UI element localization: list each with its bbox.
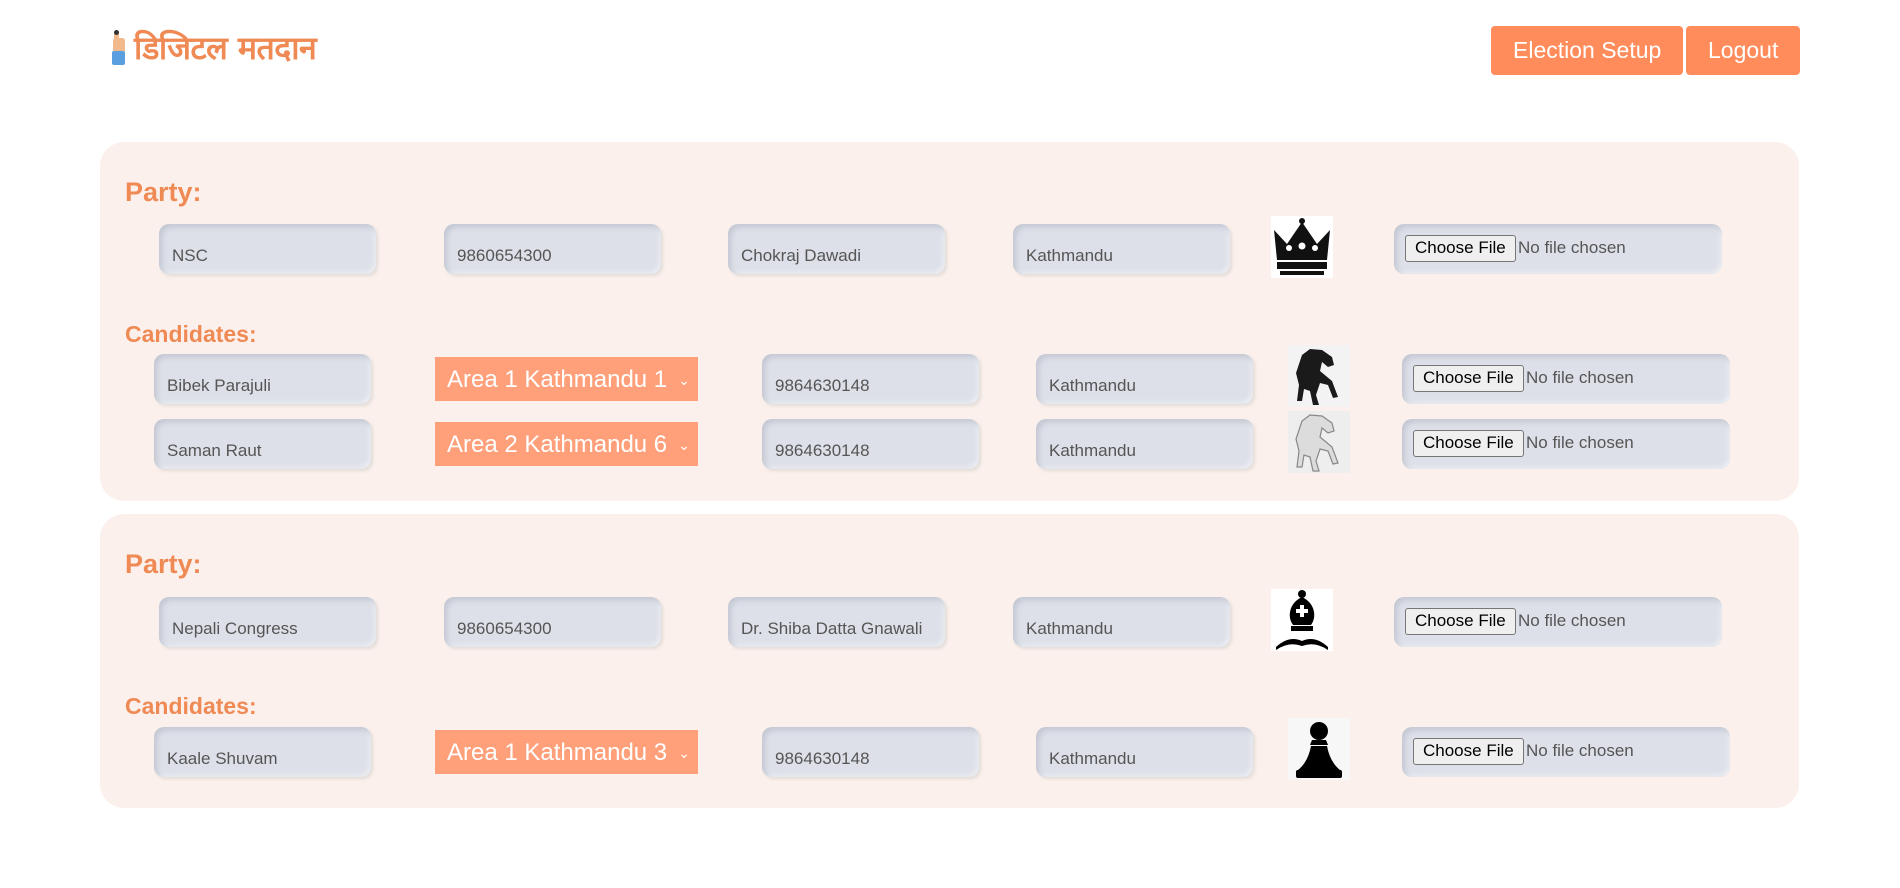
- file-status: No file chosen: [1518, 238, 1626, 257]
- candidate-name-field[interactable]: Kaale Shuvam: [154, 727, 371, 777]
- choose-file-button[interactable]: Choose File: [1413, 365, 1524, 392]
- area-select-value: Area 2 Kathmandu 6: [447, 431, 668, 458]
- party-phone-field[interactable]: 9860654300: [444, 597, 661, 647]
- candidate-symbol-upload[interactable]: Choose File No file chosen: [1402, 727, 1730, 777]
- election-setup-button[interactable]: Election Setup: [1491, 26, 1684, 75]
- party-symbol-upload[interactable]: Choose File No file chosen: [1394, 597, 1722, 647]
- choose-file-button[interactable]: Choose File: [1413, 430, 1524, 457]
- party-leader-field[interactable]: Dr. Shiba Datta Gnawali: [728, 597, 945, 647]
- candidate-symbol-upload[interactable]: Choose File No file chosen: [1402, 354, 1730, 404]
- file-status: No file chosen: [1526, 433, 1634, 452]
- logout-button[interactable]: Logout: [1686, 26, 1801, 75]
- area-select-value: Area 1 Kathmandu 3: [447, 739, 668, 766]
- chess-pawn-icon: [1288, 718, 1350, 780]
- party-symbol-upload[interactable]: Choose File No file chosen: [1394, 224, 1722, 274]
- candidate-phone-field[interactable]: 9864630148: [762, 354, 979, 404]
- chevron-down-icon: ⌄: [678, 745, 690, 761]
- party-heading: Party:: [125, 549, 202, 579]
- party-address-field[interactable]: Kathmandu: [1013, 597, 1230, 647]
- file-status: No file chosen: [1518, 611, 1626, 630]
- candidates-heading: Candidates:: [125, 321, 257, 347]
- party-name-field[interactable]: Nepali Congress: [159, 597, 376, 647]
- crown-icon: [1271, 216, 1333, 278]
- file-status: No file chosen: [1526, 741, 1634, 760]
- party-address-field[interactable]: Kathmandu: [1013, 224, 1230, 274]
- candidate-phone-field[interactable]: 9864630148: [762, 419, 979, 469]
- chevron-down-icon: ⌄: [678, 437, 690, 453]
- candidate-area-select[interactable]: Area 2 Kathmandu 6 ⌄: [435, 422, 698, 466]
- party-leader-field[interactable]: Chokraj Dawadi: [728, 224, 945, 274]
- voting-finger-icon: [112, 29, 125, 65]
- file-status: No file chosen: [1526, 368, 1634, 387]
- candidate-area-select[interactable]: Area 1 Kathmandu 3 ⌄: [435, 730, 698, 774]
- party-name-field[interactable]: NSC: [159, 224, 376, 274]
- party-phone-field[interactable]: 9860654300: [444, 224, 661, 274]
- party-card: Party: Nepali Congress 9860654300 Dr. Sh…: [100, 514, 1799, 808]
- candidates-heading: Candidates:: [125, 693, 257, 719]
- candidate-address-field[interactable]: Kathmandu: [1036, 727, 1253, 777]
- app-title: डिजिटल मतदान: [134, 29, 317, 67]
- black-horse-icon: [1288, 345, 1350, 407]
- party-heading: Party:: [125, 177, 202, 207]
- white-horse-icon: [1288, 411, 1350, 473]
- candidate-symbol-upload[interactable]: Choose File No file chosen: [1402, 419, 1730, 469]
- app-logo[interactable]: डिजिटल मतदान: [108, 26, 317, 69]
- candidate-name-field[interactable]: Bibek Parajuli: [154, 354, 371, 404]
- party-card: Party: NSC 9860654300 Chokraj Dawadi Kat…: [100, 142, 1799, 501]
- chess-bishop-icon: [1271, 589, 1333, 651]
- chevron-down-icon: ⌄: [678, 372, 690, 388]
- top-nav: डिजिटल मतदान Election Setup Logout: [0, 0, 1900, 100]
- candidate-name-field[interactable]: Saman Raut: [154, 419, 371, 469]
- choose-file-button[interactable]: Choose File: [1405, 608, 1516, 635]
- candidate-address-field[interactable]: Kathmandu: [1036, 354, 1253, 404]
- area-select-value: Area 1 Kathmandu 1: [447, 366, 668, 393]
- choose-file-button[interactable]: Choose File: [1405, 235, 1516, 262]
- candidate-area-select[interactable]: Area 1 Kathmandu 1 ⌄: [435, 357, 698, 401]
- choose-file-button[interactable]: Choose File: [1413, 738, 1524, 765]
- candidate-phone-field[interactable]: 9864630148: [762, 727, 979, 777]
- candidate-address-field[interactable]: Kathmandu: [1036, 419, 1253, 469]
